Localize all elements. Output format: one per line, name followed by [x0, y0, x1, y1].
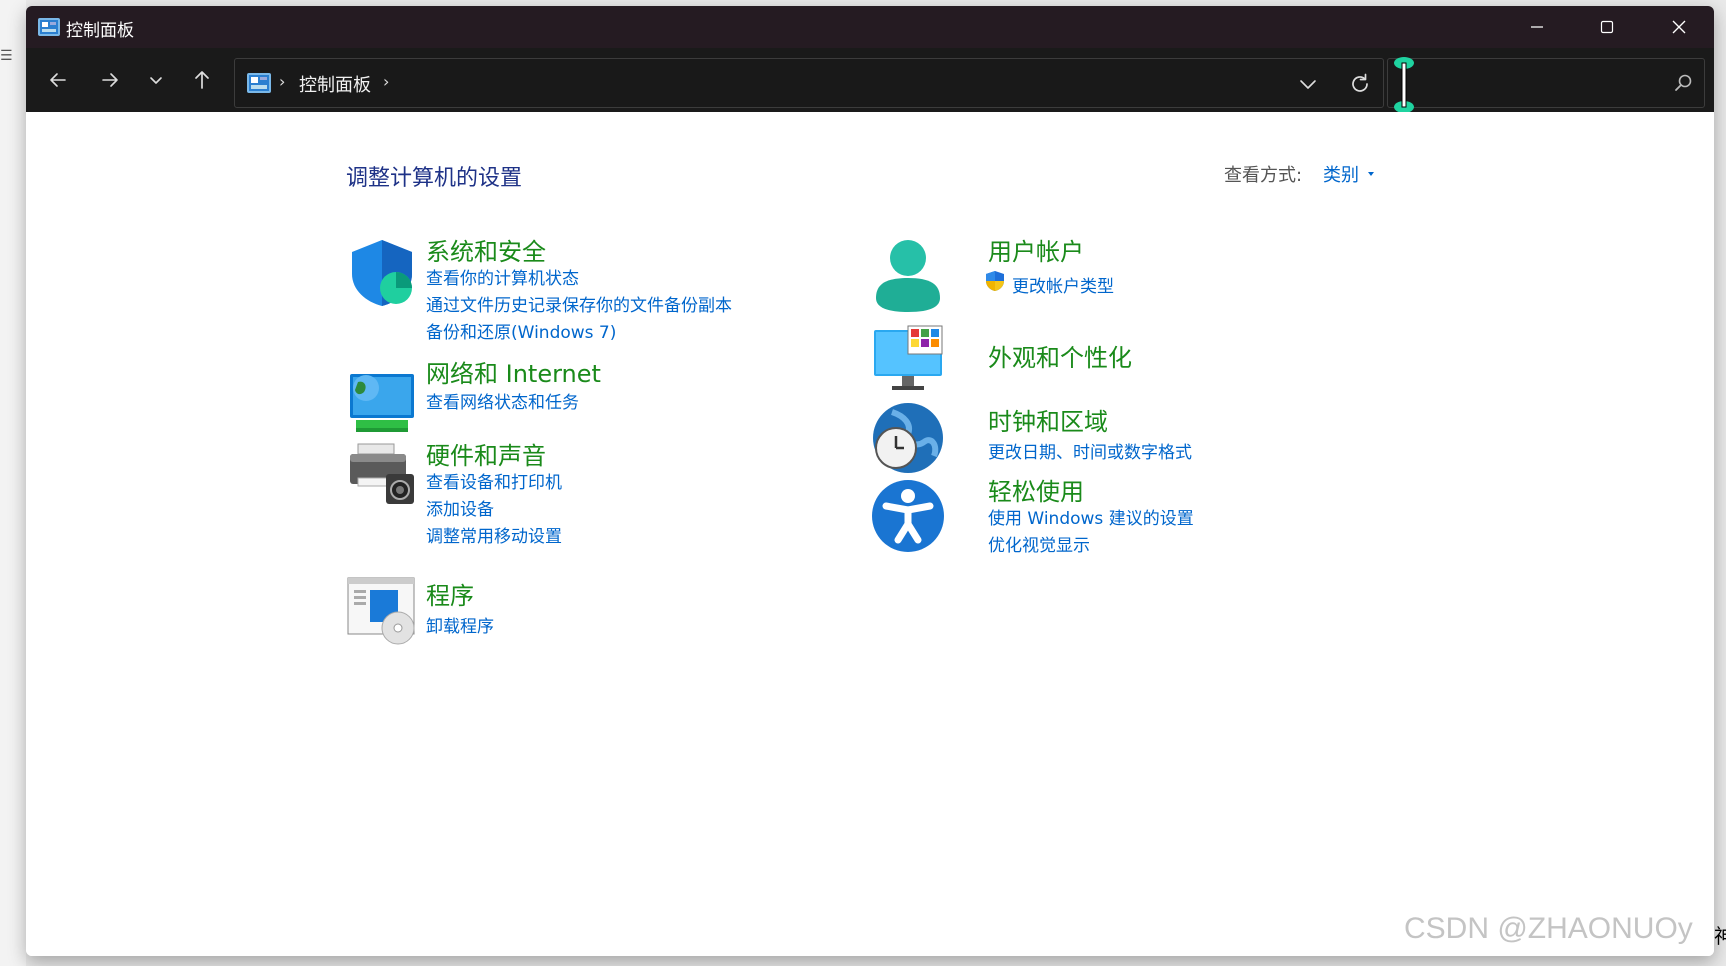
- text-cursor-icon: [1394, 57, 1414, 113]
- minimize-icon: [1531, 26, 1543, 28]
- recent-locations-button[interactable]: [138, 64, 174, 96]
- up-button[interactable]: [184, 64, 220, 96]
- breadcrumb-item[interactable]: 控制面板: [299, 71, 371, 97]
- uac-shield-icon: [986, 271, 1004, 291]
- category-title[interactable]: 系统和安全: [426, 232, 546, 267]
- refresh-icon[interactable]: [1347, 71, 1373, 97]
- category-title[interactable]: 用户帐户: [988, 232, 1084, 267]
- chevron-down-icon[interactable]: [1295, 71, 1321, 97]
- address-bar[interactable]: › 控制面板 ›: [234, 58, 1384, 108]
- maximize-button[interactable]: [1572, 6, 1642, 48]
- programs-icon[interactable]: [346, 576, 418, 648]
- window-title: 控制面板: [66, 21, 134, 41]
- view-by-dropdown[interactable]: 类别: [1323, 161, 1359, 187]
- navigation-bar: › 控制面板 ›: [26, 48, 1714, 113]
- monitor-icon[interactable]: [872, 324, 944, 396]
- task-link[interactable]: 更改日期、时间或数字格式: [988, 438, 1192, 463]
- watermark: CSDN @ZHAONUOy: [1404, 912, 1693, 945]
- search-input[interactable]: [1432, 69, 1652, 97]
- task-link[interactable]: 查看设备和打印机: [426, 468, 562, 493]
- search-box[interactable]: [1387, 57, 1705, 113]
- shield-icon[interactable]: [346, 236, 418, 308]
- chevron-right-icon[interactable]: ›: [383, 72, 389, 91]
- category-title[interactable]: 时钟和区域: [988, 402, 1108, 437]
- task-link[interactable]: 通过文件历史记录保存你的文件备份副本: [426, 291, 732, 316]
- minimize-button[interactable]: [1502, 6, 1572, 48]
- category-title[interactable]: 轻松使用: [988, 472, 1084, 507]
- accessibility-icon[interactable]: [872, 480, 944, 552]
- arrow-right-icon: [102, 73, 118, 87]
- task-link[interactable]: 更改帐户类型: [1012, 272, 1114, 297]
- task-link[interactable]: 查看你的计算机状态: [426, 264, 579, 289]
- content-pane: 调整计算机的设置 查看方式: 类别 系统和安全 查看你的计算机状态 通过文件历史…: [26, 112, 1714, 956]
- close-icon: [1672, 20, 1686, 34]
- category-title[interactable]: 外观和个性化: [988, 338, 1132, 373]
- printer-icon[interactable]: [346, 440, 418, 512]
- task-link[interactable]: 查看网络状态和任务: [426, 388, 579, 413]
- page-title: 调整计算机的设置: [346, 166, 523, 191]
- task-link[interactable]: 备份和还原(Windows 7): [426, 318, 616, 343]
- arrow-up-icon: [195, 71, 209, 89]
- title-bar[interactable]: 控制面板: [26, 6, 1714, 48]
- task-link[interactable]: 调整常用移动设置: [426, 522, 562, 547]
- background-text: 神: [1714, 924, 1726, 948]
- user-icon[interactable]: [872, 240, 944, 312]
- chevron-right-icon: ›: [279, 72, 286, 91]
- task-link[interactable]: 卸载程序: [426, 612, 494, 637]
- forward-button[interactable]: [92, 64, 128, 96]
- network-icon[interactable]: [346, 366, 418, 438]
- background-app-strip: ☰: [0, 0, 26, 966]
- back-button[interactable]: [40, 64, 76, 96]
- category-title[interactable]: 网络和 Internet: [426, 354, 601, 389]
- clock-globe-icon[interactable]: [872, 402, 944, 474]
- control-panel-icon: [247, 73, 271, 93]
- maximize-icon: [1600, 20, 1614, 34]
- dropdown-arrow-icon[interactable]: [1366, 170, 1376, 178]
- arrow-left-icon: [50, 73, 66, 87]
- category-title[interactable]: 硬件和声音: [426, 436, 546, 471]
- view-by-label: 查看方式:: [1224, 165, 1303, 186]
- chevron-down-icon: [150, 77, 162, 84]
- task-link[interactable]: 使用 Windows 建议的设置: [988, 504, 1194, 529]
- search-icon[interactable]: [1674, 73, 1694, 93]
- control-panel-icon: [38, 18, 60, 36]
- category-title[interactable]: 程序: [426, 576, 474, 611]
- close-button[interactable]: [1644, 6, 1714, 48]
- task-link[interactable]: 优化视觉显示: [988, 531, 1090, 556]
- task-link[interactable]: 添加设备: [426, 495, 494, 520]
- list-icon: ☰: [0, 48, 13, 64]
- control-panel-window: 控制面板 › 控制面板 › 调整计算机的设置 查看方式: 类别 系统和安全 查看…: [26, 6, 1714, 956]
